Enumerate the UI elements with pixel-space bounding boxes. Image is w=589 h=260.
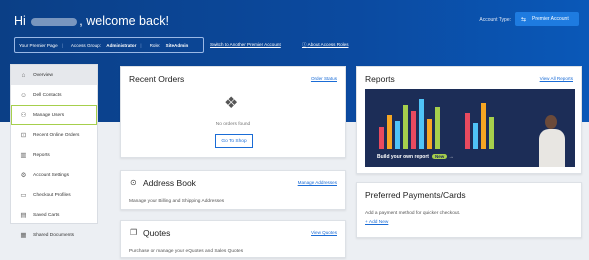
new-badge: New bbox=[431, 154, 448, 159]
documents-icon: ▦ bbox=[20, 232, 27, 239]
about-access-roles-link[interactable]: ⓘ About Access Roles bbox=[302, 42, 349, 48]
users-icon: ⚇ bbox=[20, 112, 27, 119]
quote-document-icon: ❐ bbox=[130, 228, 138, 237]
home-icon: ⌂ bbox=[21, 71, 26, 79]
reports-icon: ▥ bbox=[20, 152, 27, 159]
sidebar: ⌂ Overview ☺ Dell Contacts ⚇ Manage User… bbox=[10, 64, 98, 239]
switch-account-link[interactable]: Switch to Another Premier Account bbox=[210, 42, 281, 47]
role-value: SiteAdmin bbox=[165, 42, 189, 48]
bar-graphic bbox=[379, 127, 384, 149]
sidebar-item-label: Shared Documents bbox=[33, 232, 75, 238]
view-quotes-link[interactable]: View Quotes bbox=[311, 230, 337, 235]
card-description: Manage your Billing and Shipping Address… bbox=[129, 199, 225, 204]
sidebar-item-overview[interactable]: ⌂ Overview bbox=[11, 65, 97, 85]
quotes-card: ❐ Quotes View Quotes Purchase or manage … bbox=[120, 220, 346, 258]
bar-graphic bbox=[489, 117, 494, 149]
location-pin-icon: ⊙ bbox=[130, 178, 137, 187]
order-status-link[interactable]: Order Status bbox=[311, 76, 337, 81]
sidebar-item-label: Reports bbox=[33, 152, 50, 158]
card-title: Reports bbox=[365, 74, 395, 84]
redacted-name bbox=[31, 17, 78, 26]
bar-graphic bbox=[395, 121, 400, 149]
account-icon: ⇆ bbox=[521, 16, 527, 23]
recent-orders-card: Recent Orders Order Status ❖ No orders f… bbox=[120, 66, 346, 158]
empty-state-text: No orders found bbox=[215, 122, 251, 127]
access-group: Access Group: Administrator bbox=[63, 43, 141, 48]
sidebar-item-recent-orders[interactable]: ⊡ Recent Online Orders bbox=[11, 125, 97, 145]
settings-icon: ⚙ bbox=[20, 172, 27, 179]
card-title: Preferred Payments/Cards bbox=[365, 190, 466, 200]
card-title: Recent Orders bbox=[129, 74, 185, 84]
card-description: Purchase or manage your eQuotes and Sale… bbox=[129, 249, 244, 254]
reports-card: Reports View All Reports Build your own … bbox=[356, 66, 582, 174]
account-type-selector[interactable]: ⇆ Premier Account bbox=[515, 12, 579, 26]
access-group-label: Access Group: bbox=[70, 42, 101, 48]
add-payment-link[interactable]: + Add New bbox=[365, 220, 388, 225]
preferred-payments-card: Preferred Payments/Cards Add a payment m… bbox=[356, 182, 582, 238]
view-all-reports-link[interactable]: View All Reports bbox=[540, 76, 573, 81]
contacts-icon: ☺ bbox=[20, 91, 27, 99]
sidebar-item-saved-carts[interactable]: ▤ Saved Carts bbox=[11, 205, 97, 225]
sidebar-item-shared-documents[interactable]: ▦ Shared Documents bbox=[11, 225, 97, 245]
premier-page-label: Your Premier Page bbox=[19, 42, 58, 48]
bar-graphic bbox=[387, 115, 392, 149]
bar-graphic bbox=[419, 99, 424, 149]
bar-graphic bbox=[481, 103, 486, 149]
about-access-roles-label: About Access Roles bbox=[307, 42, 349, 47]
account-info-bar: Your Premier Page | Access Group: Admini… bbox=[14, 37, 204, 53]
manage-addresses-link[interactable]: Manage Addresses bbox=[298, 180, 337, 185]
bar-graphic bbox=[473, 123, 478, 149]
bar-graphic bbox=[403, 105, 408, 149]
bar-graphic bbox=[427, 119, 432, 149]
address-book-card: ⊙ Address Book Manage Addresses Manage y… bbox=[120, 170, 346, 210]
card-title: Quotes bbox=[143, 228, 171, 238]
account-type-label: Account Type: bbox=[479, 17, 511, 23]
arrow-right-icon: → bbox=[448, 154, 454, 160]
help-icon: ⓘ bbox=[302, 42, 307, 47]
report-caption: Build your own report New → bbox=[377, 154, 454, 160]
access-group-value: Administrator bbox=[106, 42, 137, 48]
sidebar-item-label: Account Settings bbox=[33, 172, 69, 178]
sidebar-item-dell-contacts[interactable]: ☺ Dell Contacts bbox=[11, 85, 97, 105]
cart-icon: ▤ bbox=[20, 212, 27, 219]
welcome-prefix: Hi bbox=[14, 14, 26, 28]
card-description: Add a payment method for quicker checkou… bbox=[365, 211, 461, 216]
person-graphic bbox=[545, 115, 557, 129]
sidebar-item-account-settings[interactable]: ⚙ Account Settings bbox=[11, 165, 97, 185]
sidebar-item-label: Recent Online Orders bbox=[33, 132, 80, 138]
bar-graphic bbox=[411, 111, 416, 149]
dropbox-icon: ❖ bbox=[224, 95, 239, 112]
sidebar-item-label: Manage Users bbox=[33, 112, 65, 118]
card-title: Address Book bbox=[143, 178, 196, 188]
sidebar-item-manage-users[interactable]: ⚇ Manage Users bbox=[11, 105, 97, 125]
welcome-message: Hi , welcome back! bbox=[14, 14, 169, 28]
orders-icon: ⊡ bbox=[20, 132, 27, 139]
person-graphic bbox=[539, 129, 565, 167]
sidebar-item-label: Dell Contacts bbox=[33, 92, 62, 98]
welcome-suffix: , welcome back! bbox=[79, 14, 169, 28]
role: Role: SiteAdmin bbox=[142, 43, 193, 48]
checkout-icon: ▭ bbox=[20, 192, 27, 199]
account-type-value: Premier Account bbox=[532, 16, 569, 22]
sidebar-item-checkout-profiles[interactable]: ▭ Checkout Profiles bbox=[11, 185, 97, 205]
bar-graphic bbox=[435, 107, 440, 149]
report-caption-text: Build your own report bbox=[377, 154, 429, 160]
role-label: Role: bbox=[149, 42, 161, 48]
reports-promo-image[interactable]: Build your own report New → bbox=[365, 89, 575, 167]
sidebar-item-reports[interactable]: ▥ Reports bbox=[11, 145, 97, 165]
sidebar-item-label: Overview bbox=[33, 72, 53, 78]
bar-graphic bbox=[465, 113, 470, 149]
sidebar-item-label: Checkout Profiles bbox=[33, 192, 71, 198]
sidebar-item-label: Saved Carts bbox=[33, 212, 60, 218]
go-to-shop-button[interactable]: Go To Shop bbox=[215, 134, 253, 148]
